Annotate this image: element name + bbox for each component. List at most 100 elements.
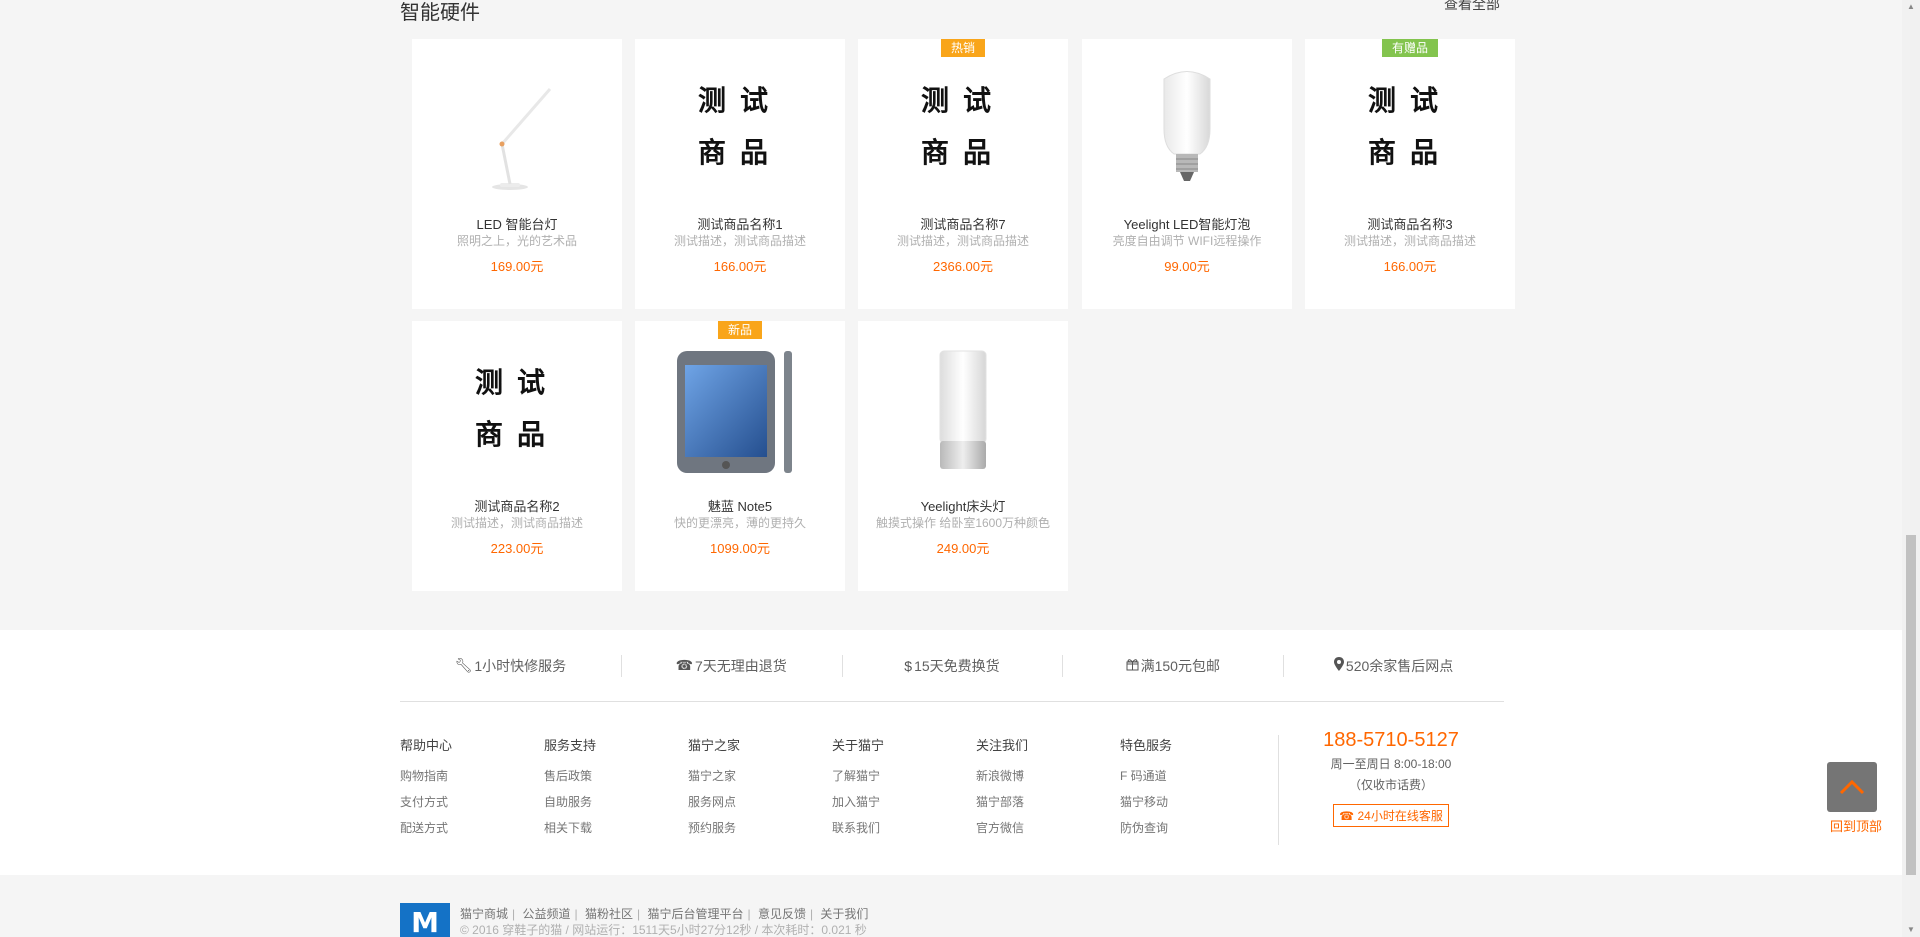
phone-icon: ☎	[675, 657, 694, 673]
product-card[interactable]: 有赠品 测试 商品 测试商品名称3 测试描述，测试商品描述 166.00元	[1305, 39, 1515, 309]
view-all-link[interactable]: 查看全部	[1444, 0, 1500, 14]
site-link[interactable]: 关于我们	[820, 907, 868, 921]
site-logo[interactable]: M	[400, 903, 450, 937]
product-name[interactable]: 测试商品名称7	[858, 214, 1068, 233]
product-name[interactable]: LED 智能台灯	[412, 214, 622, 233]
product-card[interactable]: LED 智能台灯 照明之上，光的艺术品 169.00元	[412, 39, 622, 309]
product-price: 166.00元	[1383, 259, 1437, 274]
footer-link[interactable]: 预约服务	[688, 820, 832, 836]
product-card[interactable]: 新品 魅蓝 Note5 快的更漂亮，薄的更持久 1099.00元	[635, 321, 845, 591]
back-to-top-label[interactable]: 回到顶部	[1830, 816, 1882, 835]
product-name[interactable]: Yeelight LED智能灯泡	[1082, 214, 1292, 233]
product-card[interactable]: 测试 商品 测试商品名称2 测试描述，测试商品描述 223.00元	[412, 321, 622, 591]
product-price: 249.00元	[936, 541, 990, 556]
footer-link[interactable]: 配送方式	[400, 820, 544, 836]
footer-link[interactable]: 了解猫宁	[832, 768, 976, 784]
product-name[interactable]: 测试商品名称2	[412, 496, 622, 515]
product-desc: 测试描述，测试商品描述	[450, 516, 583, 530]
product-name[interactable]: 魅蓝 Note5	[635, 496, 845, 515]
service-item[interactable]: 520余家售后网点	[1283, 630, 1504, 701]
product-name[interactable]: 测试商品名称1	[635, 214, 845, 233]
copyright: © 2016 穿鞋子的猫 / 网站运行：1511天5小时27分12秒 / 本次耗…	[460, 923, 867, 937]
desk-lamp-image	[492, 88, 552, 190]
site-link[interactable]: 猫粉社区	[585, 907, 633, 921]
footer-link[interactable]: 防伪查询	[1120, 820, 1264, 836]
placeholder-image: 测试 商品	[635, 75, 845, 179]
product-card[interactable]: 测试 商品 测试商品名称1 测试描述，测试商品描述 166.00元	[635, 39, 845, 309]
separator: |	[636, 907, 641, 921]
separator: |	[512, 907, 516, 921]
product-name[interactable]: Yeelight床头灯	[858, 496, 1068, 515]
footer-link[interactable]: 购物指南	[400, 768, 544, 784]
product-desc: 测试描述，测试商品描述	[1343, 234, 1476, 248]
placeholder-image: 测试 商品	[858, 75, 1068, 179]
site-links: 猫宁商城 | 公益频道 | 猫粉社区 | 猫宁后台管理平台 | 意见反馈 | 关于我们	[460, 905, 868, 922]
footer-column: 特色服务 F 码通道 猫宁移动 防伪查询	[1120, 735, 1264, 846]
footer-column-title: 猫宁之家	[688, 738, 741, 753]
back-to-top-button[interactable]	[1827, 762, 1877, 812]
contact-hours: 周一至周日 8:00-18:00	[1330, 757, 1452, 771]
footer-link[interactable]: 官方微信	[976, 820, 1120, 836]
product-desc: 测试描述，测试商品描述	[673, 234, 806, 248]
product-card[interactable]: Yeelight LED智能灯泡 亮度自由调节 WIFI远程操作 99.00元	[1082, 39, 1292, 309]
footer-link[interactable]: 相关下载	[544, 820, 688, 836]
footer-column: 关注我们 新浪微博 猫宁部落 官方微信	[976, 735, 1120, 846]
product-card[interactable]: Yeelight床头灯 触摸式操作 给卧室1600万种颜色 249.00元	[858, 321, 1068, 591]
service-item[interactable]: 🔧︎ 1小时快修服务	[400, 630, 621, 701]
product-price: 1099.00元	[710, 541, 770, 556]
footer-link[interactable]: 服务网点	[688, 794, 832, 810]
scroll-down-icon[interactable]: ▼	[1906, 925, 1916, 935]
footer-link[interactable]: 加入猫宁	[832, 794, 976, 810]
site-link[interactable]: 猫宁商城	[460, 907, 508, 921]
footer-link[interactable]: 自助服务	[544, 794, 688, 810]
section-title: 智能硬件	[400, 2, 480, 24]
site-link[interactable]: 意见反馈	[758, 907, 806, 921]
smartphone-image	[677, 351, 792, 473]
footer-column: 帮助中心 购物指南 支付方式 配送方式	[400, 735, 544, 846]
scroll-up-icon[interactable]: ▲	[1906, 2, 1916, 12]
product-desc: 快的更漂亮，薄的更持久	[673, 516, 806, 530]
service-bar: 🔧︎ 1小时快修服务 ☎ 7天无理由退货 $ 15天免费换货 满150元包邮 5…	[400, 630, 1504, 702]
footer-column: 服务支持 售后政策 自助服务 相关下载	[544, 735, 688, 846]
product-card[interactable]: 热销 测试 商品 测试商品名称7 测试描述，测试商品描述 2366.00元	[858, 39, 1068, 309]
service-label: 1小时快修服务	[474, 657, 567, 674]
footer-link[interactable]: 支付方式	[400, 794, 544, 810]
product-desc: 照明之上，光的艺术品	[456, 234, 577, 248]
gift-icon	[1126, 658, 1139, 674]
placeholder-line: 商品	[920, 136, 1005, 169]
footer-link[interactable]: 猫宁移动	[1120, 794, 1264, 810]
placeholder-line: 测试	[1367, 84, 1452, 117]
product-price: 166.00元	[713, 259, 767, 274]
placeholder-line: 商品	[1367, 136, 1452, 169]
footer-link[interactable]: 新浪微博	[976, 768, 1120, 784]
scrollbar-thumb[interactable]	[1906, 535, 1916, 875]
footer: 🔧︎ 1小时快修服务 ☎ 7天无理由退货 $ 15天免费换货 满150元包邮 5…	[0, 630, 1902, 875]
footer-link[interactable]: 猫宁部落	[976, 794, 1120, 810]
footer-link[interactable]: 售后政策	[544, 768, 688, 784]
map-marker-icon	[1333, 657, 1344, 674]
separator: |	[809, 907, 814, 921]
placeholder-line: 商品	[474, 418, 559, 451]
placeholder-line: 测试	[697, 84, 782, 117]
site-link[interactable]: 猫宁后台管理平台	[647, 907, 743, 921]
vertical-scrollbar[interactable]: ▲ ▼	[1902, 0, 1920, 937]
chevron-up-icon	[1839, 779, 1865, 795]
product-price: 99.00元	[1164, 259, 1210, 274]
service-label: 满150元包邮	[1140, 657, 1220, 674]
placeholder-image: 测试 商品	[1305, 75, 1515, 179]
footer-column-title: 关注我们	[976, 738, 1029, 753]
footer-link[interactable]: 联系我们	[832, 820, 976, 836]
service-label: 15天免费换货	[914, 657, 1000, 674]
product-name[interactable]: 测试商品名称3	[1305, 214, 1515, 233]
online-service-button[interactable]: ☎ 24小时在线客服	[1333, 804, 1449, 827]
service-item[interactable]: ☎ 7天无理由退货	[620, 630, 842, 701]
service-item[interactable]: $ 15天免费换货	[841, 630, 1063, 701]
bedside-lamp-image	[939, 350, 987, 469]
footer-link[interactable]: F 码通道	[1120, 768, 1264, 784]
contact-phone: 188-5710-5127	[1323, 729, 1459, 751]
site-link[interactable]: 公益频道	[522, 907, 570, 921]
light-bulb-image	[1163, 71, 1211, 181]
footer-link[interactable]: 猫宁之家	[688, 768, 832, 784]
footer-column: 猫宁之家 猫宁之家 服务网点 预约服务	[688, 735, 832, 846]
service-item[interactable]: 满150元包邮	[1062, 630, 1283, 701]
